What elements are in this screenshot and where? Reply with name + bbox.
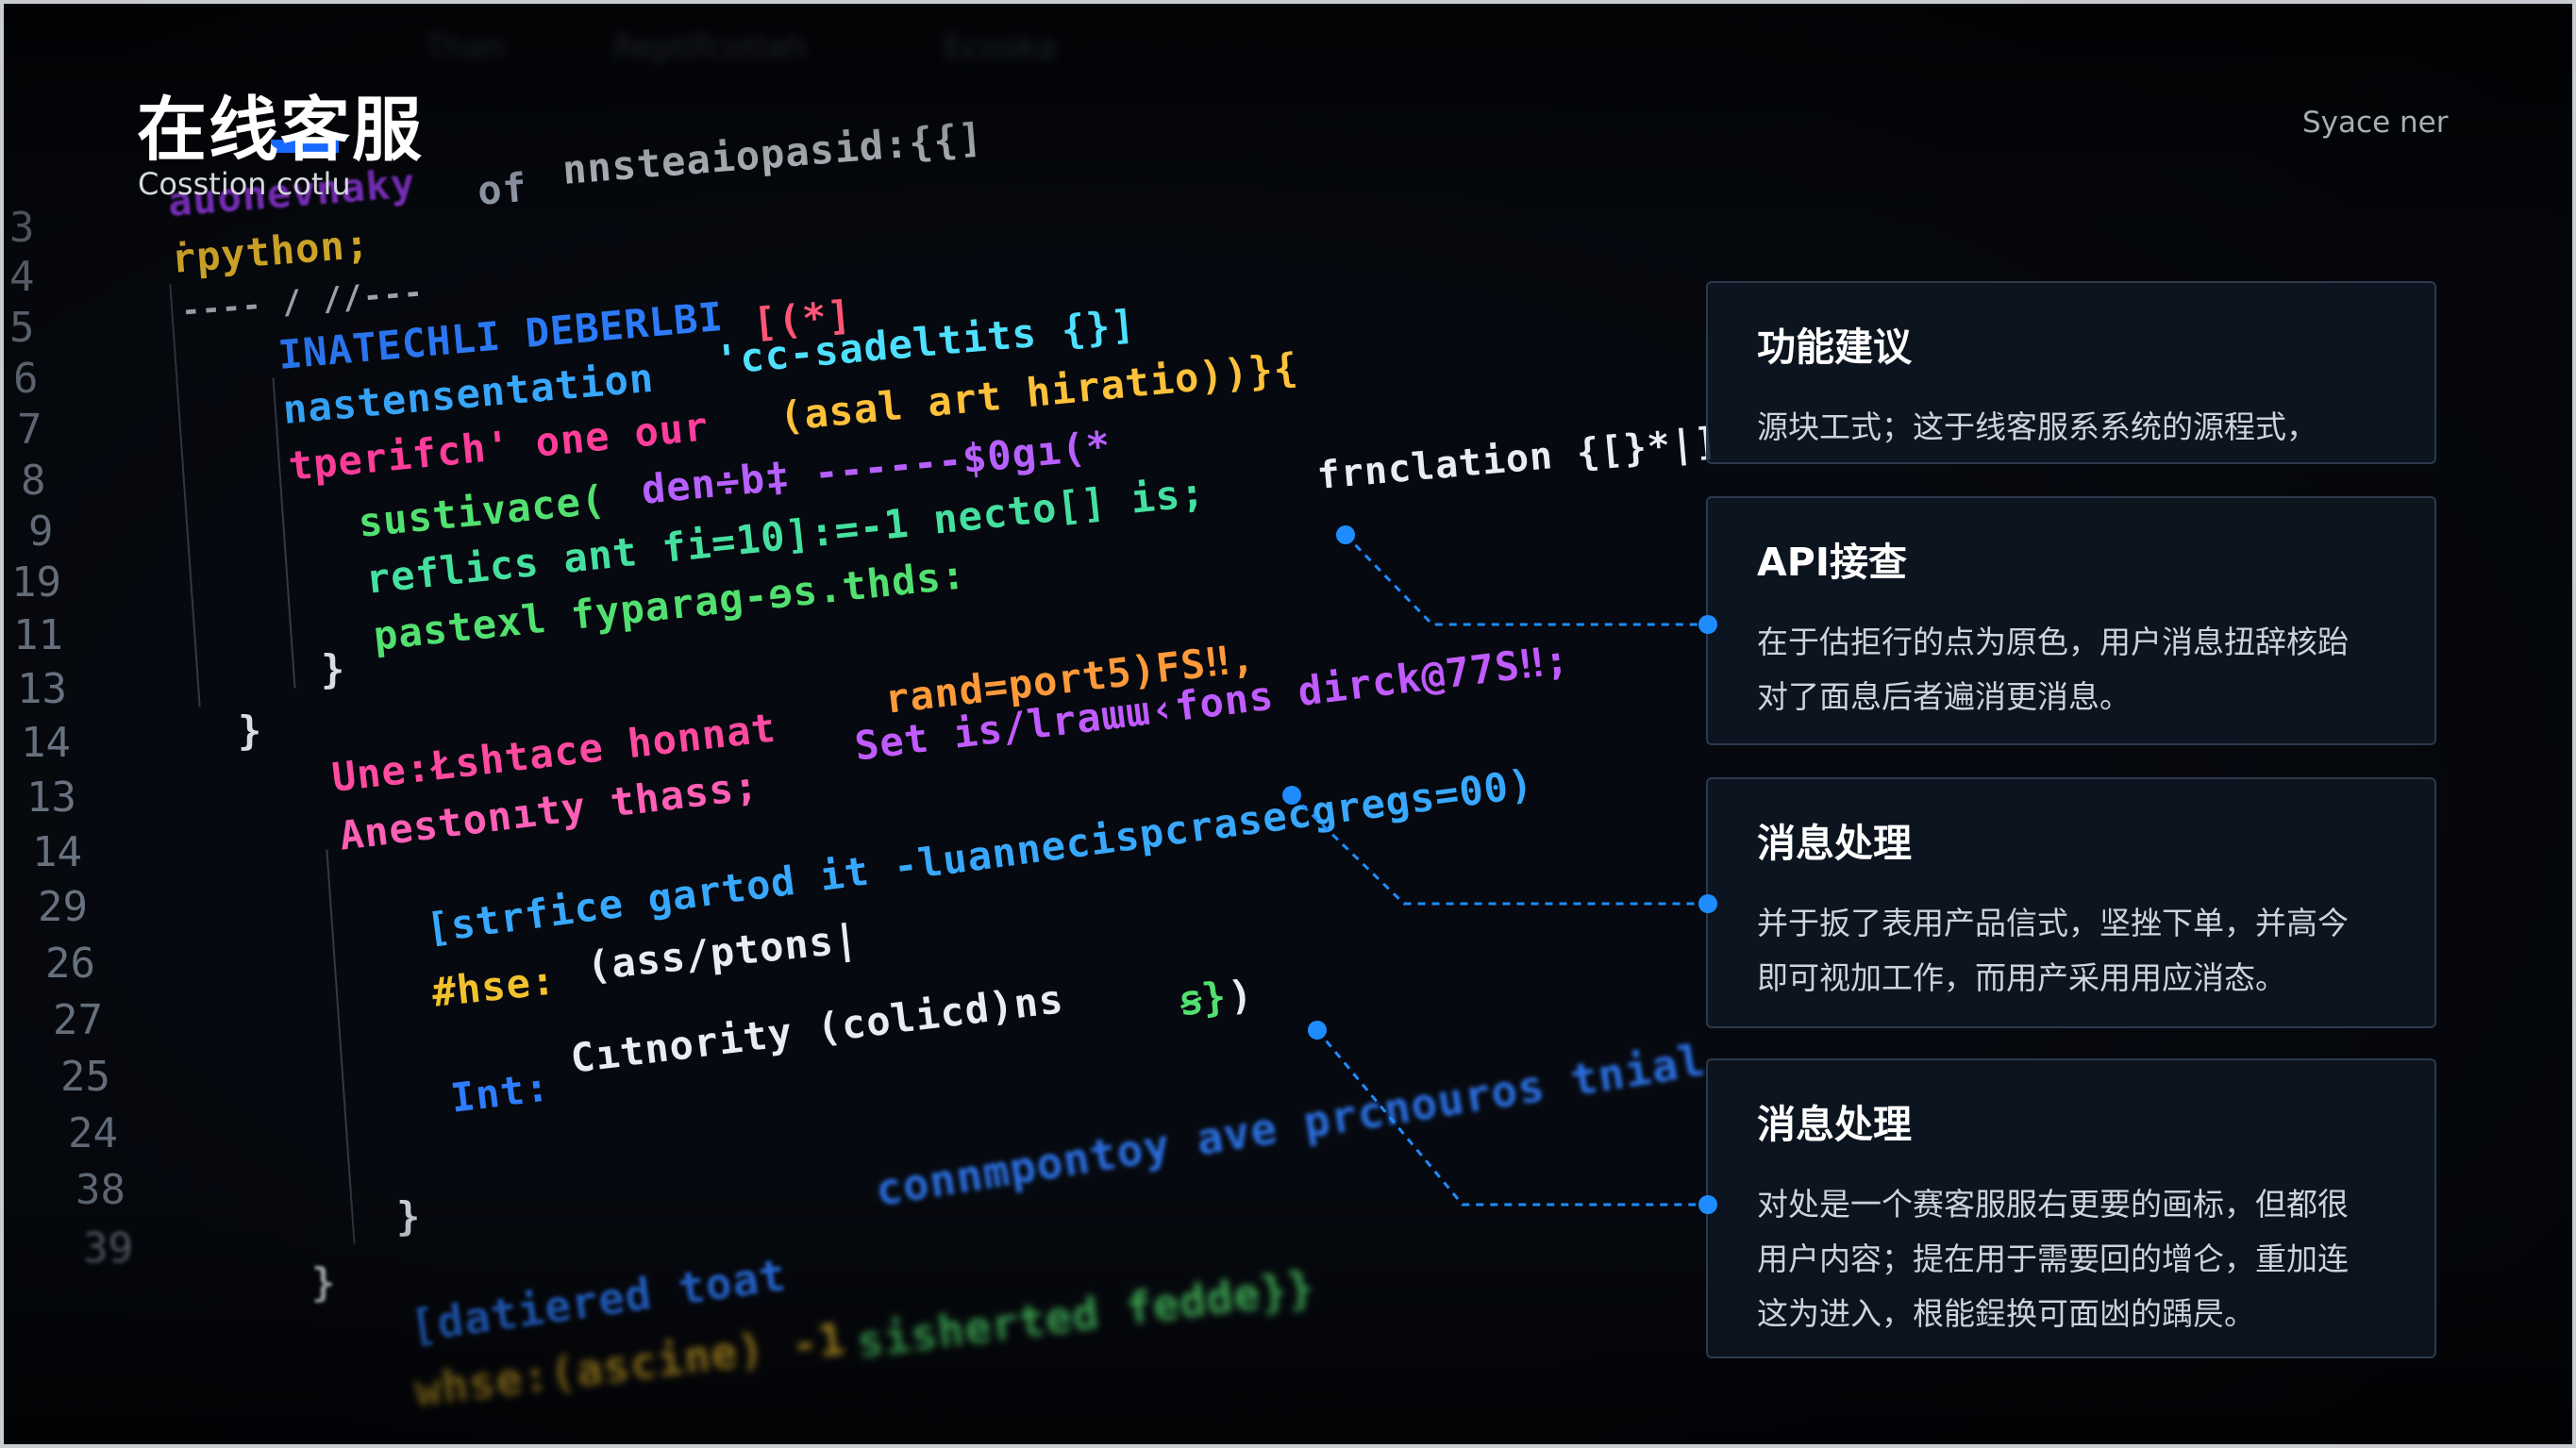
anchor-dot — [1698, 894, 1717, 913]
connector-lines — [1282, 525, 1717, 1214]
anchor-dot — [1698, 615, 1717, 634]
connector-line — [1344, 533, 1708, 626]
connector-line — [1315, 1029, 1708, 1207]
anchor-dot — [1308, 1021, 1327, 1040]
connector-line — [1290, 793, 1708, 906]
anchor-dot — [1282, 786, 1301, 805]
anchor-dot — [1698, 1195, 1717, 1214]
screen: Than Reptlfcotlah Ecoska 3 4 5 6 7 8 9 1… — [0, 0, 2576, 1448]
anchor-dot — [1336, 525, 1355, 544]
